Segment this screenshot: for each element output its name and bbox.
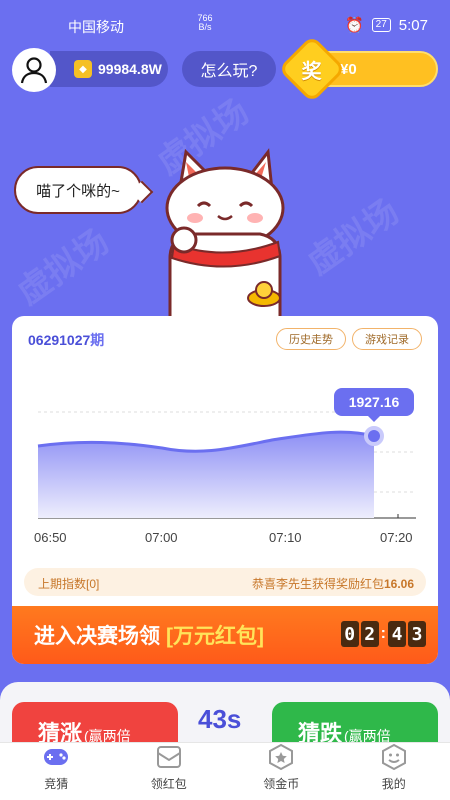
tab-guess[interactable]: 竞猜	[0, 743, 113, 800]
tab-coins[interactable]: 领金币	[225, 743, 338, 800]
net-speed: 766 B/s	[197, 13, 213, 32]
clock: 5:07	[398, 16, 428, 34]
current-price-tag: 1927.16	[334, 388, 414, 422]
area-fill	[38, 432, 374, 518]
coin-icon: ◆	[74, 60, 92, 78]
tab-label: 竞猜	[44, 777, 69, 791]
x-tick-label: 07:10	[269, 530, 302, 545]
last-index-label: 上期指数[0]	[38, 577, 100, 591]
final-banner-highlight: [万元红包]	[166, 625, 264, 648]
history-trend-button[interactable]: 历史走势	[276, 328, 346, 350]
tab-label: 我的	[381, 777, 406, 791]
enter-final-banner[interactable]: 进入决赛场领 [万元红包] 0 2 : 4 3	[12, 606, 438, 664]
latest-point	[364, 426, 384, 446]
tab-mine[interactable]: 我的	[338, 743, 450, 800]
period-label: 06291027期	[28, 332, 105, 348]
envelope-icon	[156, 746, 181, 768]
avatar[interactable]	[12, 48, 56, 92]
star-shield-icon	[269, 743, 294, 771]
status-right: ⏰ 27 5:07	[344, 16, 428, 35]
x-tick-label: 06:50	[34, 530, 67, 545]
tab-label: 领金币	[263, 777, 300, 791]
gamepad-icon	[44, 749, 69, 765]
guess-fall-button[interactable]: 猜跌 (赢两倍	[272, 702, 438, 742]
reward-amount: ¥0	[340, 60, 357, 78]
round-countdown: 43s	[198, 704, 242, 734]
lucky-cat-mascot	[165, 148, 285, 320]
speech-bubble: 喵了个咪的~	[14, 166, 142, 214]
watermark: 虚拟场	[300, 192, 406, 283]
guess-rise-button[interactable]: 猜涨 (赢两倍	[12, 702, 178, 742]
battery-indicator: 27	[371, 18, 391, 32]
tab-label: 领红包	[150, 777, 187, 791]
how-to-play-button[interactable]: 怎么玩?	[182, 51, 276, 87]
status-bar: 中国移动 766 B/s ⏰ 27 5:07	[0, 0, 450, 48]
x-tick-label: 07:20	[380, 530, 413, 545]
x-tick-label: 07:00	[145, 530, 178, 545]
bottom-tab-bar: 竞猜 领红包 领金币 我的	[0, 742, 450, 800]
coin-balance[interactable]: ◆ 99984.8W	[50, 51, 168, 87]
tab-red-packet[interactable]: 领红包	[113, 743, 226, 800]
coin-amount: 99984.8W	[98, 61, 162, 77]
final-banner-text: 进入决赛场领	[34, 625, 160, 648]
price-chart	[37, 411, 416, 519]
watermark: 虚拟场	[10, 222, 116, 313]
final-countdown: 0 2 : 4 3	[340, 621, 426, 647]
carrier-label: 中国移动	[68, 19, 124, 35]
winner-notice: 恭喜李先生获得奖励红包16.06	[251, 577, 414, 591]
timer-digit: 2	[360, 621, 379, 647]
reward-balance-button[interactable]: 奖 ¥0	[278, 35, 438, 103]
info-strip: 上期指数[0] 恭喜李先生获得奖励红包16.06	[24, 568, 426, 596]
user-icon	[20, 57, 48, 84]
timer-digit: 4	[388, 621, 406, 647]
smile-icon	[381, 743, 406, 771]
timer-digit: 0	[340, 621, 359, 647]
chart-card: 06291027期 历史走势 游戏记录 1927.16 06:50 07:00 …	[12, 316, 438, 664]
game-records-button[interactable]: 游戏记录	[352, 328, 422, 350]
timer-separator: :	[380, 625, 386, 642]
timer-digit: 3	[408, 621, 426, 647]
bet-panel: 猜涨 (赢两倍 43s 猜跌 (赢两倍	[0, 682, 450, 742]
alarm-icon: ⏰	[344, 17, 364, 34]
